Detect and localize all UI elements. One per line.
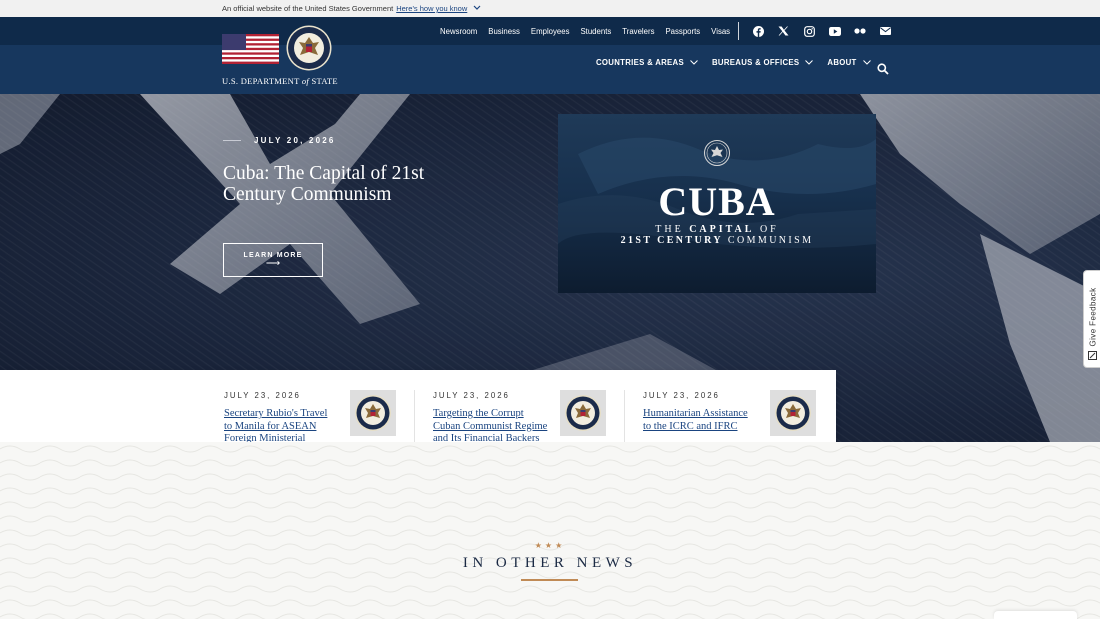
nav-travelers[interactable]: Travelers [622, 27, 654, 36]
feedback-icon [1088, 351, 1097, 360]
nav-students[interactable]: Students [580, 27, 611, 36]
cuba-subline-2: 21ST CENTURY COMMUNISM [620, 235, 814, 246]
date-rule [223, 140, 241, 141]
other-news-heading: IN OTHER NEWS [462, 555, 638, 571]
email-icon[interactable] [880, 25, 892, 37]
gov-banner-text: An official website of the United States… [222, 4, 394, 13]
dept-logo[interactable]: U.S. DEPARTMENT of STATE [222, 25, 338, 87]
give-feedback-tab[interactable]: Give Feedback [1083, 270, 1100, 368]
floating-widget[interactable] [994, 611, 1077, 619]
search-icon[interactable] [877, 63, 889, 75]
nav-newsroom[interactable]: Newsroom [440, 27, 477, 36]
x-icon[interactable] [778, 25, 790, 37]
cuba-subline-1: THE CAPITAL OF [655, 224, 779, 235]
us-flag-icon [222, 34, 279, 64]
dept-wordmark: U.S. DEPARTMENT of STATE [222, 76, 338, 86]
wave-pattern-background [0, 442, 1100, 619]
nav-business[interactable]: Business [488, 27, 520, 36]
chevron-down-icon[interactable] [473, 4, 481, 13]
nav-passports[interactable]: Passports [665, 27, 700, 36]
state-seal-icon [286, 25, 332, 71]
state-seal-icon [704, 140, 730, 166]
main-nav: COUNTRIES & AREAS BUREAUS & OFFICES ABOU… [596, 58, 885, 67]
nav-divider [738, 22, 739, 40]
facebook-icon[interactable] [752, 25, 764, 37]
chevron-down-icon [690, 60, 698, 65]
nav-countries-areas[interactable]: COUNTRIES & AREAS [596, 58, 698, 67]
chevron-down-icon [862, 60, 871, 65]
site-header: U.S. DEPARTMENT of STATE Newsroom Busine… [0, 17, 1100, 94]
give-feedback-label: Give Feedback [1088, 287, 1098, 347]
heading-underline [521, 579, 578, 581]
heres-how-you-know-link[interactable]: Here's how you know [396, 4, 467, 13]
nav-bureaus-offices[interactable]: BUREAUS & OFFICES [712, 58, 814, 67]
hero-content: JULY 20, 2026 Cuba: The Capital of 21st … [223, 136, 523, 277]
hero-date-line: JULY 20, 2026 [223, 136, 523, 145]
chevron-down-icon [805, 60, 814, 65]
gov-banner: An official website of the United States… [0, 0, 1100, 17]
stars-ornament-icon: ★★★ [534, 541, 566, 550]
news-date: JULY 23, 2026 [643, 391, 720, 400]
arrow-right-icon: ⟶ [265, 258, 281, 269]
news-title-link[interactable]: Humanitarian Assistance to the ICRC and … [643, 408, 758, 433]
cuba-headline: CUBA [658, 179, 776, 224]
state-seal-icon [775, 395, 811, 431]
nav-about[interactable]: ABOUT [827, 58, 871, 67]
nav-employees[interactable]: Employees [531, 27, 570, 36]
learn-more-button[interactable]: LEARN MORE ⟶ [223, 243, 323, 277]
social-links [752, 17, 905, 45]
hero-date: JULY 20, 2026 [254, 136, 336, 145]
hero-feature-image[interactable]: CUBA THE CAPITAL OF 21ST CENTURY COMMUNI… [558, 114, 876, 293]
news-thumbnail[interactable] [770, 390, 816, 436]
nav-visas[interactable]: Visas [711, 27, 730, 36]
flickr-icon[interactable] [854, 25, 866, 37]
youtube-icon[interactable] [828, 25, 841, 37]
utility-nav: Newsroom Business Employees Students Tra… [440, 17, 741, 45]
instagram-icon[interactable] [803, 25, 815, 37]
hero-title[interactable]: Cuba: The Capital of 21st Century Commun… [223, 163, 483, 205]
